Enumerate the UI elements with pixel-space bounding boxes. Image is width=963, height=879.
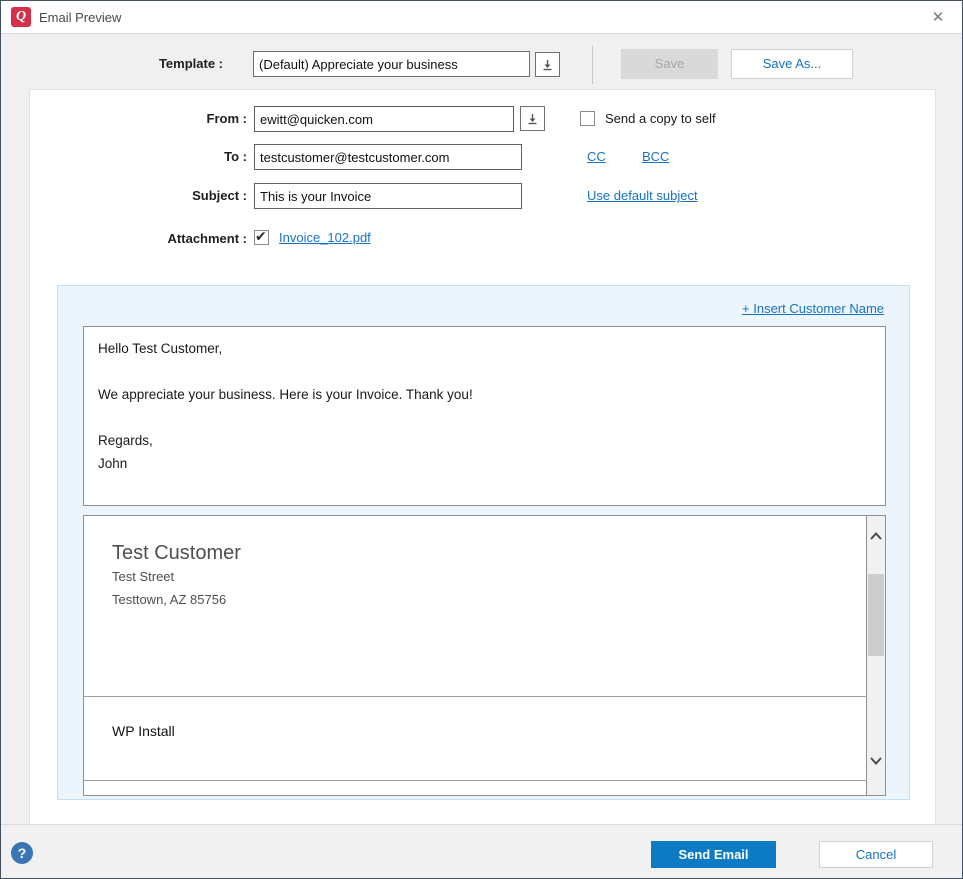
from-row: From : Send a copy to self	[30, 106, 935, 132]
quicken-logo-icon: Q	[11, 7, 31, 27]
send-copy-checkbox[interactable]	[580, 111, 595, 126]
divider	[84, 780, 866, 781]
chevron-up-icon	[870, 532, 882, 540]
divider	[84, 696, 866, 697]
to-row: To : CC BCC	[30, 144, 935, 170]
scroll-up-button[interactable]	[867, 528, 885, 544]
subject-input[interactable]	[254, 183, 522, 209]
message-body-textarea[interactable]: Hello Test Customer, We appreciate your …	[83, 326, 886, 506]
help-icon[interactable]: ?	[11, 842, 33, 864]
attachment-file-link[interactable]: Invoice_102.pdf	[279, 226, 371, 250]
send-copy-label: Send a copy to self	[605, 106, 716, 132]
insert-customer-name-link[interactable]: + Insert Customer Name	[742, 301, 884, 316]
save-as-button[interactable]: Save As...	[731, 49, 853, 79]
template-dropdown-button[interactable]	[535, 52, 560, 77]
subject-row: Subject : Use default subject	[30, 183, 935, 209]
scroll-down-button[interactable]	[867, 753, 885, 769]
use-default-subject-link[interactable]: Use default subject	[587, 183, 698, 209]
email-form-panel: From : Send a copy to self To : CC BCC	[29, 89, 936, 826]
email-preview-dialog: Q Email Preview ✕ Template : Save Save A…	[0, 0, 963, 879]
preview-customer-name: Test Customer	[112, 542, 241, 565]
scrollbar-thumb[interactable]	[868, 574, 884, 656]
cc-link[interactable]: CC	[587, 144, 606, 170]
message-line: Hello Test Customer,	[98, 337, 871, 360]
message-line: Regards,	[98, 429, 871, 452]
attachment-row: Attachment : Invoice_102.pdf	[30, 226, 935, 252]
preview-address-line: Test Street	[112, 569, 174, 584]
compose-panel: + Insert Customer Name Hello Test Custom…	[57, 285, 910, 800]
save-button[interactable]: Save	[621, 49, 718, 79]
template-label: Template :	[1, 56, 223, 71]
invoice-preview: Test Customer Test Street Testtown, AZ 8…	[83, 515, 886, 796]
preview-item-name: WP Install	[112, 723, 175, 739]
down-arrow-to-bar-icon	[527, 113, 538, 125]
send-email-button[interactable]: Send Email	[651, 841, 776, 868]
to-input[interactable]	[254, 144, 522, 170]
from-label: From :	[30, 106, 247, 132]
message-line: We appreciate your business. Here is you…	[98, 383, 871, 406]
down-arrow-to-bar-icon	[542, 59, 553, 71]
close-icon[interactable]: ✕	[928, 8, 948, 28]
title-bar: Q Email Preview ✕	[1, 1, 962, 34]
preview-address-line: Testtown, AZ 85756	[112, 592, 226, 607]
attachment-checkbox[interactable]	[254, 230, 269, 245]
message-line: John	[98, 452, 871, 475]
chevron-down-icon	[870, 757, 882, 765]
message-line	[98, 406, 871, 429]
from-input[interactable]	[254, 106, 514, 132]
from-dropdown-button[interactable]	[520, 106, 545, 131]
to-label: To :	[30, 144, 247, 170]
template-input[interactable]	[253, 51, 530, 77]
attachment-label: Attachment :	[30, 226, 247, 252]
message-line	[98, 360, 871, 383]
cancel-button[interactable]: Cancel	[819, 841, 933, 868]
footer-bar: ? Send Email Cancel	[1, 824, 962, 878]
divider	[592, 46, 593, 84]
bcc-link[interactable]: BCC	[642, 144, 669, 170]
window-title: Email Preview	[39, 10, 121, 25]
preview-scrollbar[interactable]	[866, 516, 885, 795]
subject-label: Subject :	[30, 183, 247, 209]
